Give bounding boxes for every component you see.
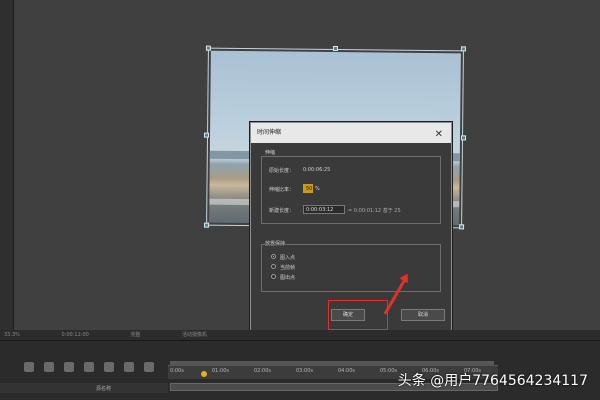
transform-handle-t[interactable] bbox=[332, 45, 338, 52]
stretch-factor-unit: % bbox=[315, 186, 320, 192]
draft-3d-icon[interactable] bbox=[104, 362, 114, 372]
annotation-highlight-box bbox=[328, 300, 388, 330]
playhead[interactable] bbox=[201, 371, 207, 377]
hold-option-in: 图入点 bbox=[280, 255, 296, 261]
shy-icon[interactable] bbox=[24, 362, 34, 372]
new-duration-input[interactable]: 0:00:03:12 bbox=[303, 205, 345, 214]
transform-handle-r[interactable] bbox=[460, 135, 467, 141]
tick-label: 0:00s bbox=[170, 368, 184, 374]
stretch-factor-label: 伸缩比率： bbox=[269, 187, 295, 193]
left-panel bbox=[0, 0, 14, 330]
transform-handle-br[interactable] bbox=[459, 224, 465, 230]
watermark: 头条 @用户7764564234117 bbox=[397, 373, 588, 389]
new-duration-label: 新建长度： bbox=[269, 208, 295, 214]
timeline-toolbar bbox=[0, 359, 168, 375]
new-duration-note: = 0:00:01:12 基于 25 bbox=[348, 208, 401, 214]
tick-label: 03:00s bbox=[296, 368, 314, 374]
tick-label: 05:00s bbox=[380, 368, 398, 374]
dialog-title-bar: 时间伸缩 ✕ bbox=[251, 123, 451, 143]
viewer-status-bar: 33.3% 0:00:12:00 完整 活动摄像机 bbox=[0, 330, 600, 340]
hold-option-current: 当前帧 bbox=[280, 265, 296, 271]
original-duration-label: 原始长度： bbox=[269, 168, 295, 174]
current-time[interactable]: 0:00:12:00 bbox=[61, 332, 88, 338]
transform-handle-l[interactable] bbox=[203, 132, 210, 138]
original-duration-value: 0:00:06:25 bbox=[303, 167, 331, 173]
motion-blur-icon[interactable] bbox=[64, 362, 74, 372]
layer-name-header: 源名称 bbox=[96, 386, 112, 392]
search-icon[interactable] bbox=[124, 362, 134, 372]
hold-option-out: 图出点 bbox=[280, 275, 296, 281]
layer-header-row: 源名称 bbox=[0, 383, 168, 393]
graph-editor-icon[interactable] bbox=[84, 362, 94, 372]
stretch-group-label: 伸缩 bbox=[265, 150, 276, 156]
dialog-title: 时间伸缩 bbox=[257, 129, 282, 136]
frame-blend-icon[interactable] bbox=[44, 362, 54, 372]
camera-view[interactable]: 活动摄像机 bbox=[182, 332, 207, 338]
transform-handle-tr[interactable] bbox=[460, 46, 466, 52]
hold-in-point-radio[interactable] bbox=[271, 254, 276, 259]
hold-current-frame-radio[interactable] bbox=[271, 264, 276, 269]
transform-handle-tl[interactable] bbox=[205, 45, 211, 51]
mask-icon[interactable] bbox=[144, 362, 154, 372]
tick-label: 02:00s bbox=[254, 368, 272, 374]
tick-label: 01:00s bbox=[212, 368, 230, 374]
resolution[interactable]: 完整 bbox=[130, 332, 140, 338]
tick-label: 04:00s bbox=[338, 368, 356, 374]
hold-out-point-radio[interactable] bbox=[271, 274, 276, 279]
transform-handle-bl[interactable] bbox=[204, 222, 210, 228]
cancel-button[interactable]: 取消 bbox=[401, 309, 445, 321]
zoom-level[interactable]: 33.3% bbox=[4, 332, 20, 338]
stretch-factor-input[interactable]: 50 bbox=[303, 184, 313, 193]
close-icon[interactable]: ✕ bbox=[435, 125, 443, 145]
